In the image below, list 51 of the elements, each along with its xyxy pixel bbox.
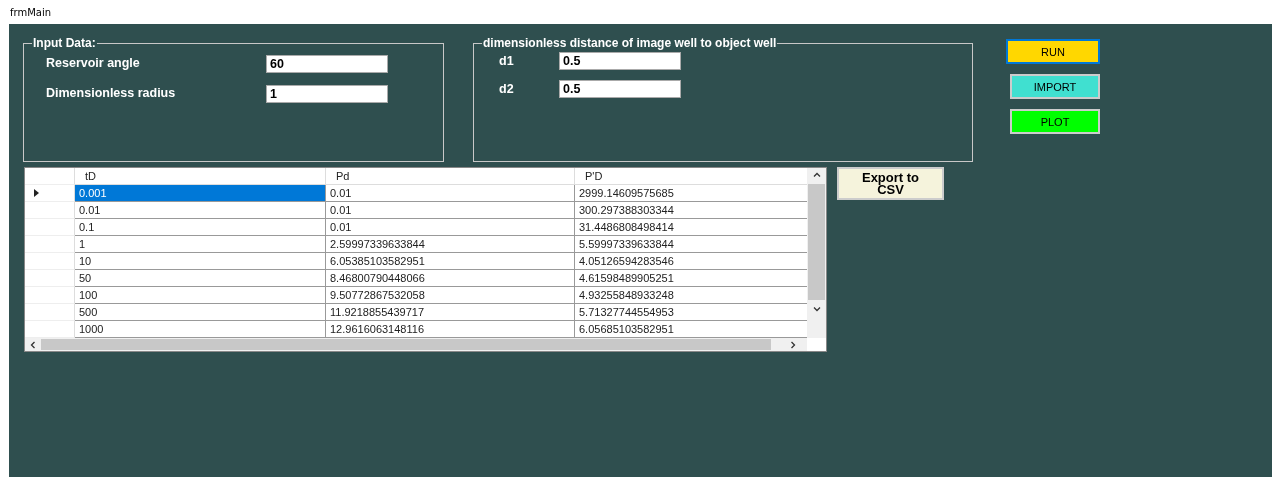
text-field[interactable]: 60: [266, 55, 388, 73]
table-cell: 4.05126594283546: [575, 253, 807, 270]
table-cell: 2.59997339633844: [326, 236, 575, 253]
table-cell: 5.71327744554953: [575, 304, 807, 321]
table-cell: 0.1: [75, 219, 326, 236]
text-field[interactable]: 0.5: [559, 80, 681, 98]
text-field[interactable]: 1: [266, 85, 388, 103]
field-label: d2: [499, 82, 515, 96]
table-cell: 500: [75, 304, 326, 321]
table-cell: 1: [75, 236, 326, 253]
column-header[interactable]: P'D: [575, 168, 807, 185]
scroll-thumb[interactable]: [41, 339, 771, 350]
table-cell: 50: [75, 270, 326, 287]
scroll-thumb[interactable]: [808, 184, 825, 300]
table-cell: 5.59997339633844: [575, 236, 807, 253]
field-label: Reservoir angle: [46, 56, 141, 70]
action-button[interactable]: PLOT: [1010, 109, 1100, 134]
group-title: dimensionless distance of image well to object well: [482, 36, 778, 50]
vertical-scrollbar[interactable]: [807, 168, 826, 338]
table-cell: 6.05385103582951: [326, 253, 575, 270]
text-field[interactable]: 0.5: [559, 52, 681, 70]
row-header[interactable]: [25, 185, 75, 202]
horizontal-scrollbar[interactable]: [25, 338, 807, 351]
table-cell: 8.46800790448066: [326, 270, 575, 287]
table-cell: 0.01: [75, 202, 326, 219]
scroll-right-icon[interactable]: [789, 340, 797, 349]
group-title: Input Data:: [32, 36, 97, 50]
window-title: frmMain: [10, 6, 52, 18]
table-cell: 300.297388303344: [575, 202, 807, 219]
field-label: d1: [499, 54, 515, 68]
table-cell: 0.01: [326, 219, 575, 236]
action-button[interactable]: RUN: [1006, 39, 1100, 64]
table-cell: 31.4486808498414: [575, 219, 807, 236]
table-cell: 11.9218855439717: [326, 304, 575, 321]
table-cell: 0.01: [326, 185, 575, 202]
row-pointer-icon: [34, 189, 39, 197]
table-cell: 9.50772867532058: [326, 287, 575, 304]
table-cell: 4.93255848933248: [575, 287, 807, 304]
table-cell: 0.01: [326, 202, 575, 219]
action-button[interactable]: IMPORT: [1010, 74, 1100, 99]
scroll-down-icon[interactable]: [812, 305, 821, 313]
scroll-left-icon[interactable]: [29, 340, 37, 349]
table-cell: 2999.14609575685: [575, 185, 807, 202]
column-header[interactable]: Pd: [326, 168, 575, 185]
table-cell: 4.61598489905251: [575, 270, 807, 287]
field-label: Dimensionless radius: [46, 86, 177, 100]
table-cell: 10: [75, 253, 326, 270]
export-button[interactable]: Export to CSV: [837, 167, 944, 200]
table-cell: 100: [75, 287, 326, 304]
scroll-up-icon[interactable]: [812, 171, 821, 179]
table-cell: 0.001: [75, 185, 326, 202]
